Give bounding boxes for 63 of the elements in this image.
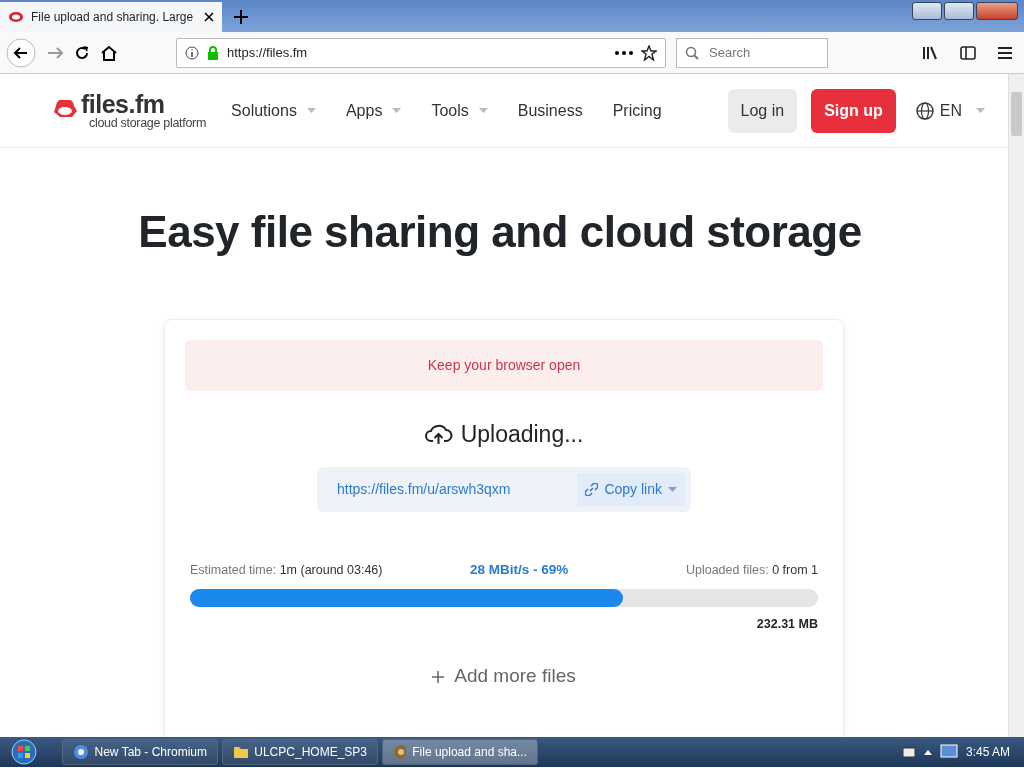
close-button[interactable] bbox=[976, 2, 1018, 20]
globe-icon bbox=[915, 101, 934, 120]
keyboard-icon[interactable] bbox=[901, 745, 916, 759]
tab-title: File upload and sharing. Large bbox=[31, 9, 195, 26]
close-icon[interactable] bbox=[204, 12, 214, 22]
uploaded-files: Uploaded files: 0 from 1 bbox=[685, 562, 818, 580]
clock[interactable]: 3:45 AM bbox=[965, 743, 1010, 761]
home-icon[interactable] bbox=[100, 44, 118, 61]
info-icon[interactable] bbox=[185, 45, 199, 60]
browser-tab[interactable]: File upload and sharing. Large bbox=[0, 2, 222, 32]
more-icon[interactable] bbox=[615, 50, 633, 55]
logo-tagline: cloud storage platform bbox=[89, 115, 207, 130]
plus-icon bbox=[432, 670, 445, 683]
nav-link[interactable]: Business bbox=[517, 98, 583, 123]
language-selector[interactable]: EN bbox=[915, 98, 986, 123]
add-files-button[interactable]: Add more files bbox=[426, 661, 582, 692]
link-icon bbox=[585, 483, 599, 497]
caret-icon bbox=[478, 108, 488, 113]
tray-arrow-icon[interactable] bbox=[923, 749, 932, 755]
taskbar-item[interactable]: ULCPC_HOME_SP3 bbox=[222, 739, 378, 765]
sidebar-icon[interactable] bbox=[960, 45, 976, 60]
back-icon[interactable] bbox=[6, 37, 36, 68]
page-heading: Easy file sharing and cloud storage bbox=[137, 206, 863, 258]
taskbar-item[interactable]: File upload and sha... bbox=[382, 739, 538, 765]
caret-icon bbox=[976, 108, 986, 113]
browser-icon bbox=[73, 744, 89, 760]
signup-button[interactable]: Sign up bbox=[811, 88, 896, 133]
search-icon bbox=[685, 45, 699, 60]
search-field[interactable]: Search bbox=[676, 37, 828, 68]
share-link[interactable]: https://files.fm/u/arswh3qxm bbox=[337, 479, 511, 501]
restore-button[interactable] bbox=[944, 2, 974, 20]
new-tab-icon[interactable] bbox=[234, 10, 248, 24]
caret-icon bbox=[392, 108, 402, 113]
reload-icon[interactable] bbox=[74, 44, 90, 61]
upload-speed: 28 MBit/s - 69% bbox=[470, 561, 569, 580]
alert-message: Keep your browser open bbox=[185, 339, 823, 391]
network-icon[interactable] bbox=[939, 744, 958, 760]
nav-link[interactable]: Apps bbox=[345, 98, 402, 123]
scrollbar[interactable] bbox=[1008, 74, 1024, 737]
nav-link[interactable]: Solutions bbox=[231, 98, 316, 123]
folder-icon bbox=[233, 745, 249, 759]
copy-link-button[interactable]: Copy link bbox=[577, 473, 685, 507]
nav-link[interactable]: Tools bbox=[431, 98, 488, 123]
browser-icon bbox=[393, 744, 407, 760]
menu-icon[interactable] bbox=[998, 46, 1012, 59]
library-icon[interactable] bbox=[922, 45, 938, 60]
caret-icon bbox=[668, 487, 677, 493]
address-bar[interactable]: https://files.fm bbox=[176, 37, 666, 68]
minimize-button[interactable] bbox=[912, 2, 942, 20]
forward-icon[interactable] bbox=[46, 44, 64, 61]
star-icon[interactable] bbox=[641, 44, 657, 61]
file-size: 232.31 MB bbox=[756, 615, 818, 633]
url-text: https://files.fm bbox=[227, 43, 309, 62]
logo-text[interactable]: files.fm bbox=[81, 91, 207, 116]
upload-status: Uploading... bbox=[460, 419, 584, 449]
lock-icon bbox=[207, 45, 219, 60]
logo-icon bbox=[8, 11, 24, 23]
cloud-upload-icon bbox=[424, 423, 453, 446]
estimated-time: Estimated time: 1m (around 03:46) bbox=[190, 562, 383, 580]
caret-icon bbox=[306, 108, 316, 113]
login-button[interactable]: Log in bbox=[727, 88, 798, 133]
taskbar-item[interactable]: New Tab - Chromium bbox=[62, 739, 218, 765]
nav-link[interactable]: Pricing bbox=[612, 98, 662, 123]
